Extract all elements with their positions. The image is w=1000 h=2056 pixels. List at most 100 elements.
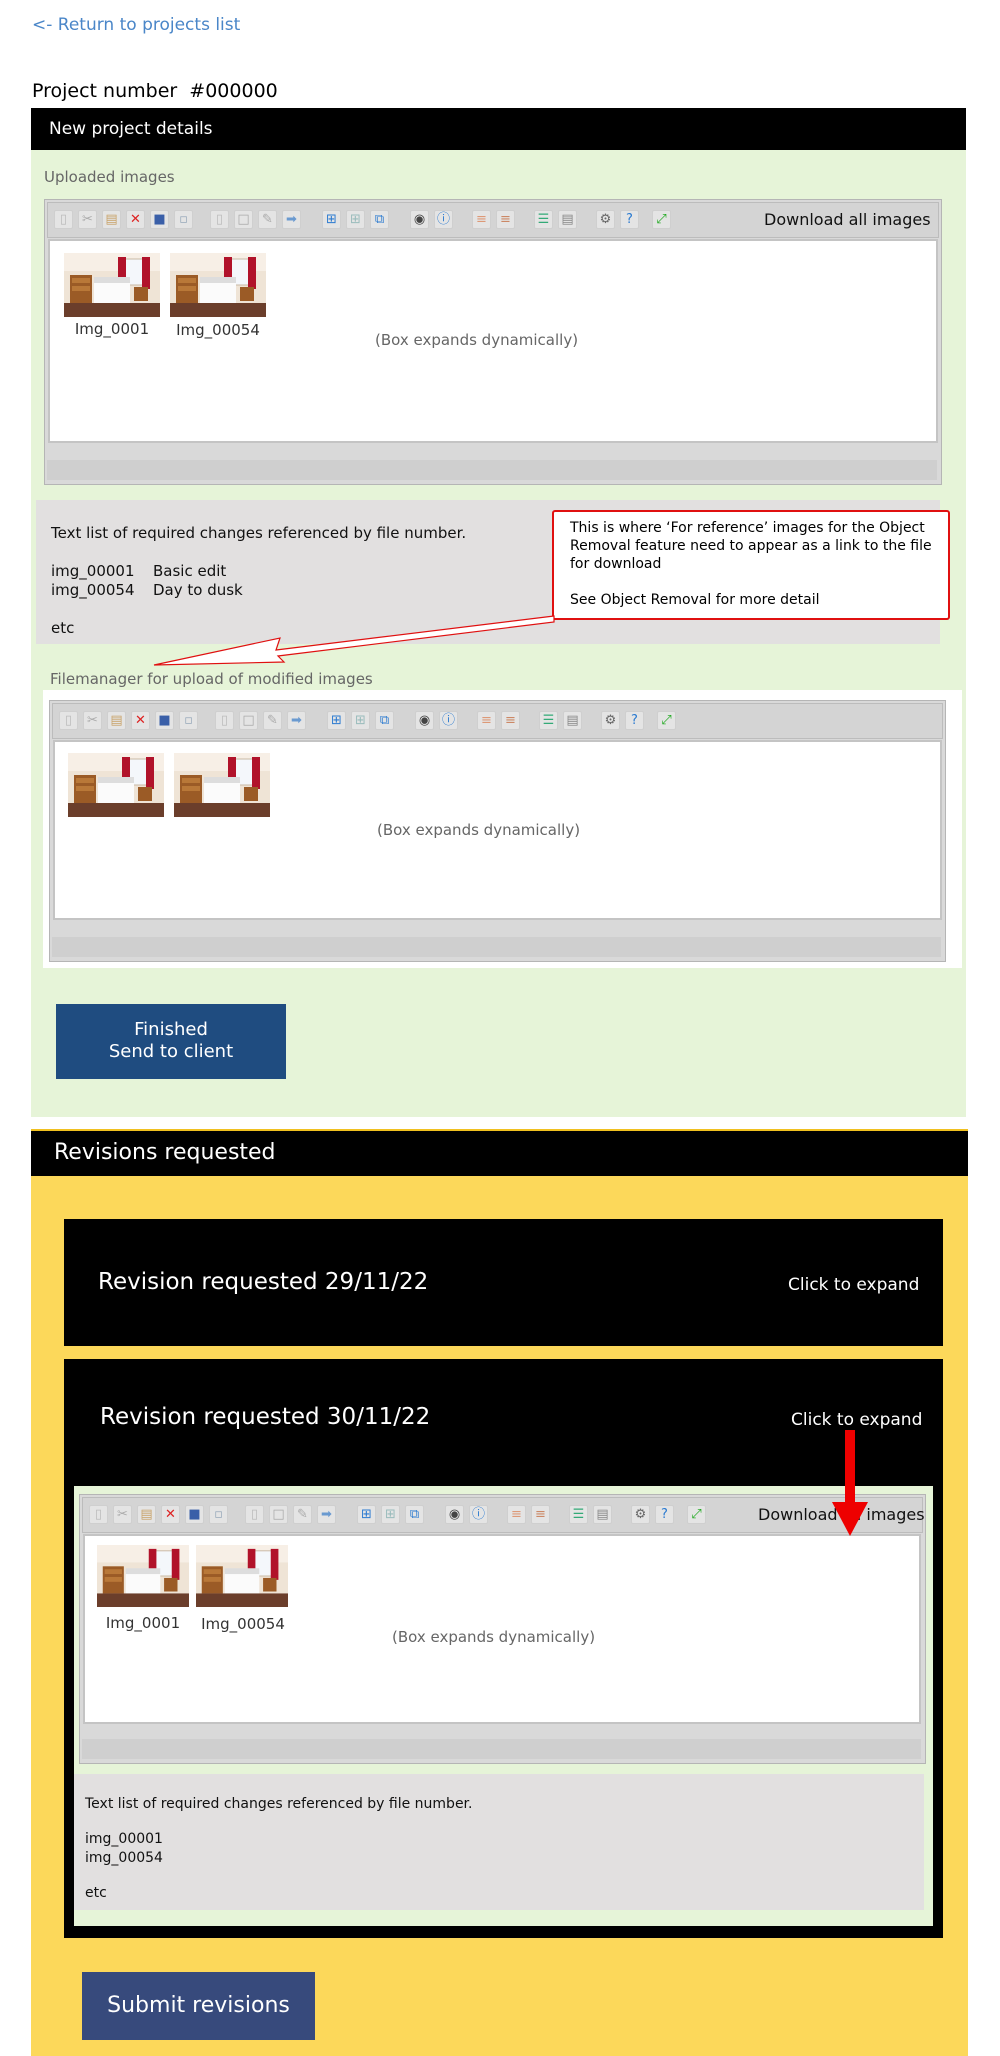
- revision-item-collapsed[interactable]: Revision requested 29/11/22 Click to exp…: [64, 1219, 943, 1346]
- preview-icon[interactable]: ◉: [415, 711, 434, 730]
- details-header: New project details: [31, 108, 966, 150]
- thumbnail-img-00054[interactable]: [196, 1545, 288, 1607]
- project-number: Project number #000000: [32, 80, 278, 102]
- delete-icon[interactable]: ✕: [126, 210, 145, 229]
- list-view-icon[interactable]: ☰: [534, 210, 553, 229]
- thumbnail-img-00054[interactable]: [170, 253, 266, 317]
- large-grid-icon[interactable]: ⊞: [327, 711, 346, 730]
- export-icon[interactable]: ≡: [531, 1505, 550, 1524]
- help-icon[interactable]: ?: [620, 210, 639, 229]
- back-to-projects-link[interactable]: <- Return to projects list: [32, 15, 240, 35]
- rename-icon[interactable]: ▫: [209, 1505, 228, 1524]
- export-icon[interactable]: ≡: [496, 210, 515, 229]
- filemanager-footer: [47, 460, 937, 480]
- resize-icon[interactable]: ⧉: [370, 210, 389, 229]
- filemanager-body: Img_0001 Img_00054 (Box expands dynamica…: [83, 1534, 921, 1724]
- fullscreen-icon[interactable]: ⤢: [687, 1505, 706, 1524]
- edit-icon[interactable]: ✎: [293, 1505, 312, 1524]
- annotation-text: See Object Removal for more detail: [570, 592, 820, 608]
- edit-icon[interactable]: ✎: [258, 210, 277, 229]
- small-grid-icon[interactable]: ⊞: [381, 1505, 400, 1524]
- details-icon[interactable]: ▤: [558, 210, 577, 229]
- expand-link[interactable]: Click to expand: [788, 1275, 919, 1295]
- expands-note: (Box expands dynamically): [377, 821, 581, 839]
- copy-icon[interactable]: ▯: [215, 711, 234, 730]
- edit-icon[interactable]: ✎: [263, 711, 282, 730]
- details-icon[interactable]: ▤: [593, 1505, 612, 1524]
- import-icon[interactable]: ≡: [472, 210, 491, 229]
- import-icon[interactable]: ≡: [507, 1505, 526, 1524]
- select-icon[interactable]: □: [234, 210, 253, 229]
- save-icon[interactable]: ■: [185, 1505, 204, 1524]
- help-icon[interactable]: ?: [625, 711, 644, 730]
- filemanager-body: Img_0001 Img_00054 (Box expands dynamica…: [48, 239, 938, 443]
- delete-icon[interactable]: ✕: [131, 711, 150, 730]
- info-icon[interactable]: ⓘ: [439, 711, 458, 730]
- changes-etc: etc: [85, 1885, 107, 1901]
- uploaded-filemanager: ▯ ✂ ▤ ✕ ■ ▫ ▯ □ ✎ ➡ ⊞ ⊞ ⧉ ◉ ⓘ ≡ ≡ ☰ ▤ ⚙? ⤢ Download all imag…: [44, 199, 942, 485]
- new-file-icon[interactable]: ▯: [59, 711, 78, 730]
- large-grid-icon[interactable]: ⊞: [357, 1505, 376, 1524]
- move-icon[interactable]: ➡: [317, 1505, 336, 1524]
- cut-icon[interactable]: ✂: [83, 711, 102, 730]
- modified-filemanager: ▯ ✂ ▤ ✕ ■ ▫ ▯ □ ✎ ➡ ⊞ ⊞ ⧉ ◉ ⓘ ≡ ≡ ☰ ▤ ⚙? ⤢ (Box expands dyna…: [49, 700, 946, 962]
- settings-icon[interactable]: ⚙: [601, 711, 620, 730]
- changes-heading: Text list of required changes referenced…: [85, 1796, 473, 1812]
- new-file-icon[interactable]: ▯: [54, 210, 73, 229]
- resize-icon[interactable]: ⧉: [375, 711, 394, 730]
- new-file-icon[interactable]: ▯: [89, 1505, 108, 1524]
- help-icon[interactable]: ?: [655, 1505, 674, 1524]
- preview-icon[interactable]: ◉: [445, 1505, 464, 1524]
- select-icon[interactable]: □: [239, 711, 258, 730]
- change-row-file: img_00054: [51, 581, 135, 599]
- finished-send-button[interactable]: Finished Send to client: [56, 1004, 286, 1079]
- save-icon[interactable]: ■: [150, 210, 169, 229]
- move-icon[interactable]: ➡: [282, 210, 301, 229]
- rename-icon[interactable]: ▫: [174, 210, 193, 229]
- paste-icon[interactable]: ▤: [107, 711, 126, 730]
- paste-icon[interactable]: ▤: [137, 1505, 156, 1524]
- preview-icon[interactable]: ◉: [410, 210, 429, 229]
- expand-link[interactable]: Click to expand: [791, 1410, 922, 1430]
- small-grid-icon[interactable]: ⊞: [346, 210, 365, 229]
- settings-icon[interactable]: ⚙: [596, 210, 615, 229]
- delete-icon[interactable]: ✕: [161, 1505, 180, 1524]
- revisions-header: Revisions requested: [31, 1129, 968, 1176]
- thumbnail-modified-1[interactable]: [68, 753, 164, 817]
- expands-note: (Box expands dynamically): [392, 1628, 596, 1646]
- settings-icon[interactable]: ⚙: [631, 1505, 650, 1524]
- select-icon[interactable]: □: [269, 1505, 288, 1524]
- thumbnail-label: Img_00054: [201, 1615, 285, 1633]
- details-icon[interactable]: ▤: [563, 711, 582, 730]
- move-icon[interactable]: ➡: [287, 711, 306, 730]
- copy-icon[interactable]: ▯: [245, 1505, 264, 1524]
- info-icon[interactable]: ⓘ: [469, 1505, 488, 1524]
- export-icon[interactable]: ≡: [501, 711, 520, 730]
- list-view-icon[interactable]: ☰: [539, 711, 558, 730]
- info-icon[interactable]: ⓘ: [434, 210, 453, 229]
- uploaded-images-label: Uploaded images: [44, 168, 175, 186]
- save-icon[interactable]: ■: [155, 711, 174, 730]
- rename-icon[interactable]: ▫: [179, 711, 198, 730]
- cut-icon[interactable]: ✂: [78, 210, 97, 229]
- thumbnail-img-0001[interactable]: [64, 253, 160, 317]
- copy-icon[interactable]: ▯: [210, 210, 229, 229]
- thumbnail-modified-2[interactable]: [174, 753, 270, 817]
- small-grid-icon[interactable]: ⊞: [351, 711, 370, 730]
- details-title: New project details: [49, 119, 213, 139]
- fullscreen-icon[interactable]: ⤢: [652, 210, 671, 229]
- expands-note: (Box expands dynamically): [375, 331, 579, 349]
- cut-icon[interactable]: ✂: [113, 1505, 132, 1524]
- thumbnail-img-0001[interactable]: [97, 1545, 189, 1607]
- project-number-label: Project number: [32, 80, 178, 102]
- download-all-link[interactable]: Download all images: [764, 210, 931, 229]
- list-view-icon[interactable]: ☰: [569, 1505, 588, 1524]
- paste-icon[interactable]: ▤: [102, 210, 121, 229]
- resize-icon[interactable]: ⧉: [405, 1505, 424, 1524]
- modified-images-label: Filemanager for upload of modified image…: [50, 670, 373, 688]
- finished-label: Finished: [134, 1019, 208, 1040]
- large-grid-icon[interactable]: ⊞: [322, 210, 341, 229]
- submit-revisions-button[interactable]: Submit revisions: [82, 1972, 315, 2040]
- import-icon[interactable]: ≡: [477, 711, 496, 730]
- fullscreen-icon[interactable]: ⤢: [657, 711, 676, 730]
